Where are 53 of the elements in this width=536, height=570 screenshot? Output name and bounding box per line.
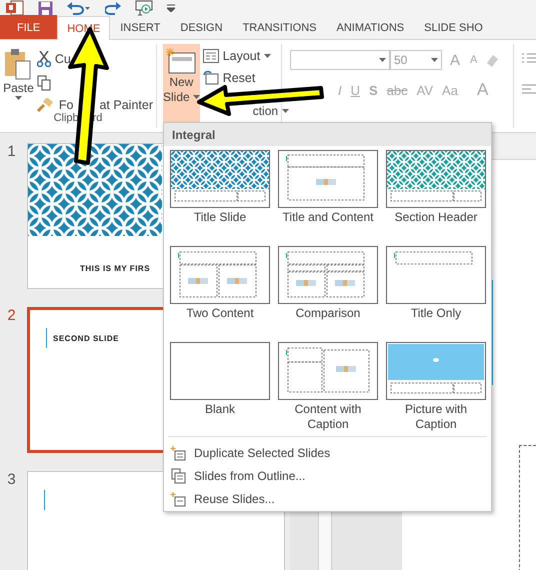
scissors-icon	[36, 51, 51, 67]
slides-icon	[170, 468, 186, 484]
presentation-icon[interactable]	[135, 0, 153, 16]
caret-icon	[264, 54, 272, 58]
bullets-icon[interactable]	[522, 52, 536, 64]
file-tab[interactable]: FILE	[0, 15, 58, 39]
layout-option[interactable]: Title Only	[384, 246, 488, 336]
caret-icon	[282, 109, 290, 113]
layout-option[interactable]: Section Header	[384, 150, 488, 240]
ribbon-tab[interactable]: INSERT	[110, 15, 170, 39]
cut-button[interactable]: Cu	[36, 50, 153, 68]
slide-title: SECOND SLIDE	[53, 334, 120, 342]
menu-item[interactable]: Slides from Outline...	[164, 464, 491, 488]
layout-button[interactable]: Layout	[202, 47, 290, 65]
layout-option[interactable]: Blank	[168, 342, 272, 432]
menu-heading: Integral	[172, 128, 216, 142]
align-icon[interactable]	[522, 84, 536, 94]
clipboard-icon	[4, 48, 32, 80]
undo-icon[interactable]	[67, 1, 91, 15]
slide-number: 2	[6, 307, 17, 326]
caret-icon	[14, 96, 22, 100]
ribbon-tab[interactable]: SLIDE SHO	[414, 15, 493, 39]
copy-icon	[36, 75, 51, 91]
slides-icon	[170, 444, 186, 461]
slide-number: 1	[6, 143, 17, 162]
caret-icon	[431, 58, 438, 62]
slide-number: 3	[6, 471, 17, 490]
customize-caret-icon[interactable]	[167, 4, 175, 12]
format-painter-label[interactable]: at Painter	[99, 98, 153, 112]
text-cursor-icon	[44, 490, 45, 510]
new-slide-icon	[166, 48, 196, 74]
ribbon-tab[interactable]: ANIMATIONS	[326, 15, 414, 39]
font-name-field[interactable]	[290, 50, 390, 70]
text-cursor-icon	[46, 328, 47, 348]
slides-icon	[170, 491, 186, 508]
reset-icon	[202, 71, 219, 85]
paintbrush-icon	[36, 98, 53, 112]
reset-button[interactable]: Reset	[202, 69, 290, 87]
paste-button[interactable]: Paste	[3, 44, 34, 112]
format-painter-label[interactable]: Fo	[58, 98, 74, 112]
slide-title: THIS IS MY FIRS	[80, 264, 150, 273]
caret-icon	[379, 58, 386, 62]
layout-icon	[202, 49, 219, 63]
section-button[interactable]: ction	[252, 104, 290, 118]
redo-icon[interactable]	[105, 1, 121, 15]
menu-item[interactable]: Reuse Slides...	[164, 488, 491, 511]
save-icon[interactable]	[38, 0, 53, 16]
ribbon-tab[interactable]: TRANSITIONS	[232, 15, 327, 39]
caret-icon	[192, 95, 200, 99]
layout-option[interactable]: Title Slide	[168, 150, 272, 240]
ribbon-tab[interactable]: DESIGN	[170, 15, 233, 39]
layout-option[interactable]: Picture with Caption	[384, 342, 488, 432]
group-label: rd	[92, 112, 102, 126]
